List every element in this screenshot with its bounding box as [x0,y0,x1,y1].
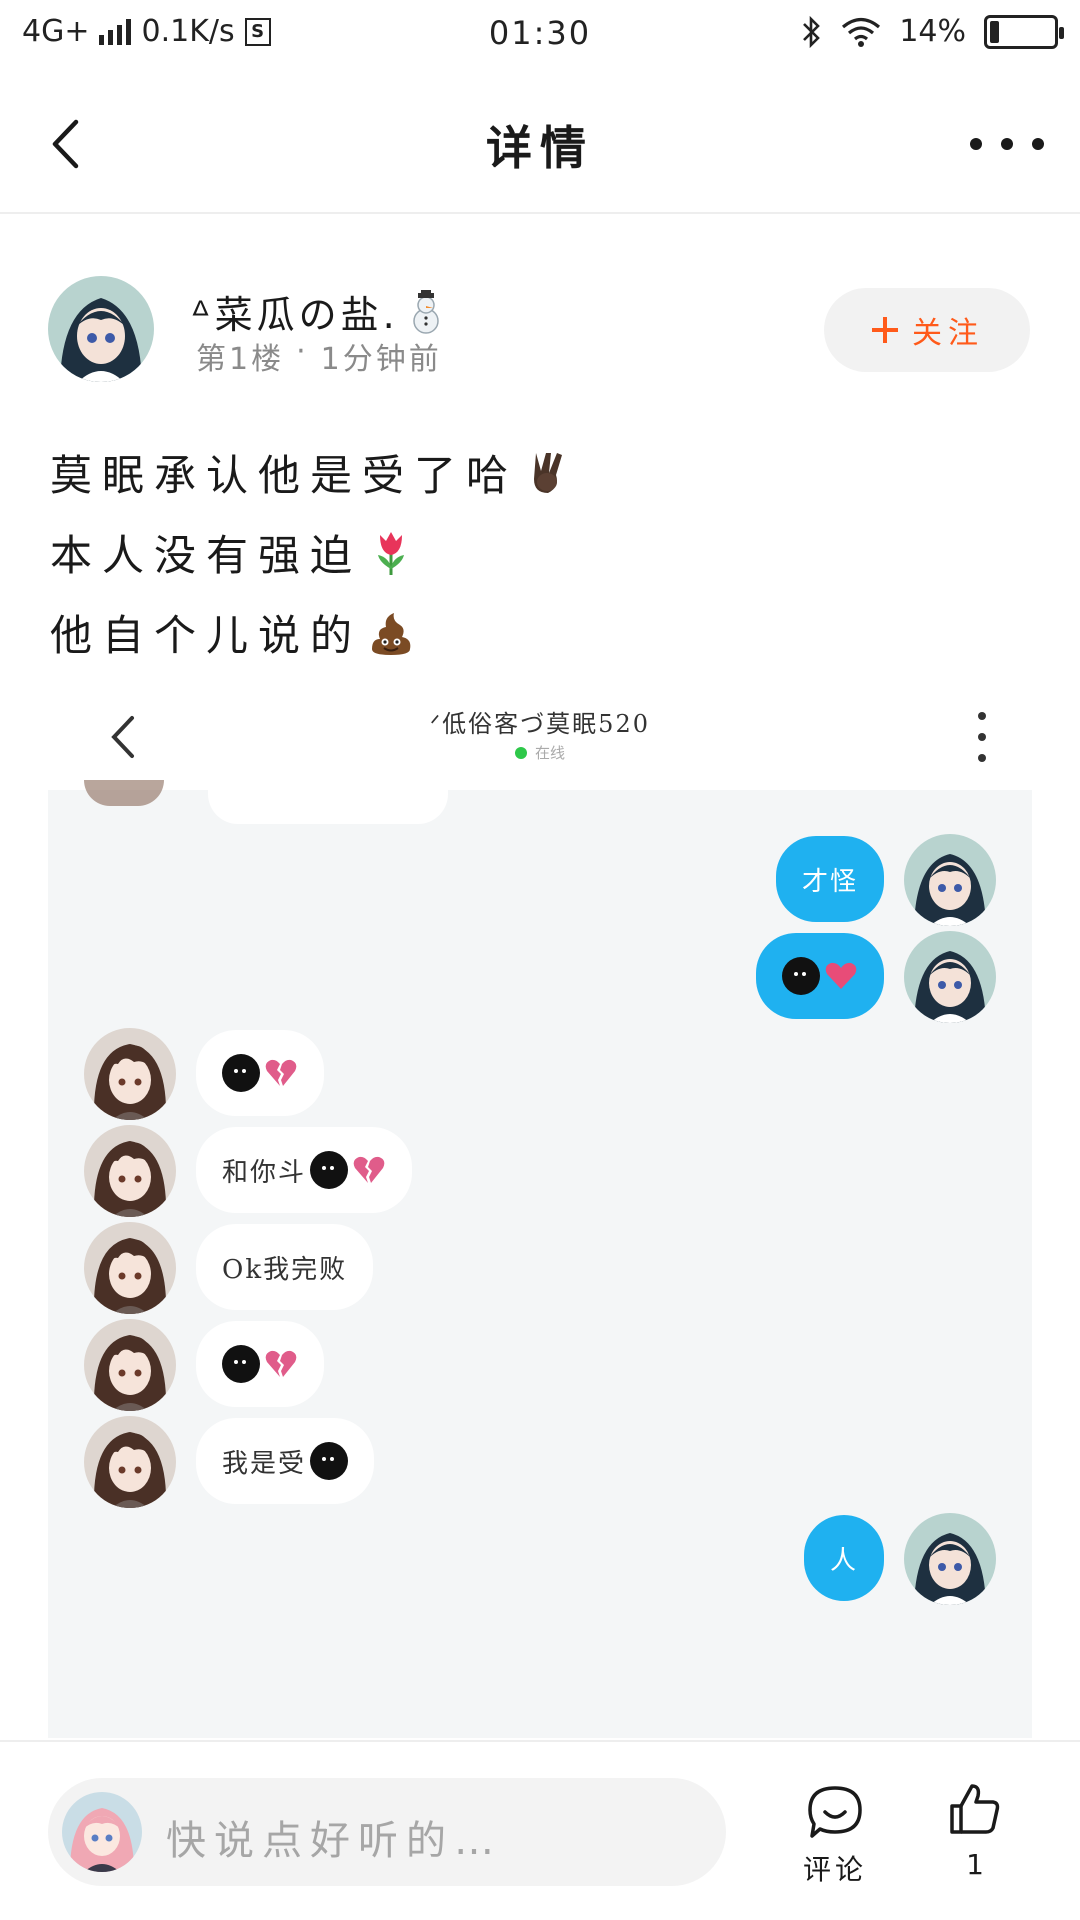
partial-avatar [84,780,164,806]
chat-bubble: 我是受 [196,1418,375,1504]
follow-label: 关注 [912,316,984,351]
chat-status-text: 在线 [534,744,565,762]
comment-placeholder: 快说点好听的… [166,1818,502,1864]
post-time: 1分钟前 [320,342,442,377]
chat-bubble-text: 才怪 [801,866,858,897]
meta-separator: · [296,334,309,369]
chat-bubble [756,933,884,1019]
post-text-line: 莫眠承认他是受了哈 [50,432,1030,512]
chat-header: ᐟ低俗客づ莫眠520 在线 [48,684,1032,790]
black-face-emoji [782,957,820,995]
post-line-text: 本人没有强迫 [50,530,363,580]
contact-chat-avatar [84,1222,176,1314]
top-nav-bar: 详情 [0,72,1080,214]
black-face-emoji [310,1442,349,1480]
like-button[interactable]: 1 [935,1782,1015,1881]
broken-heart-emoji [265,1059,297,1086]
thumbs-up-icon [950,1784,1000,1834]
black-face-emoji [222,1054,260,1092]
chat-bubble-text: Ok我完败 [222,1254,348,1285]
poo-emoji [368,609,414,655]
author-avatar[interactable] [48,276,154,382]
status-bar: 4G+ 0.1K/s S 01:30 14% [0,0,1080,72]
chat-contact-name: ᐟ低俗客づ莫眠520 [430,710,650,738]
comment-label: 评论 [802,1853,867,1886]
more-options-button[interactable] [970,114,1044,174]
my-chat-avatar [904,834,996,926]
comment-icon [808,1786,862,1838]
bottom-action-bar: 快说点好听的… 评论 1 [0,1740,1080,1920]
post-line-text: 他自个儿说的 [50,610,363,660]
battery-icon [984,14,1064,49]
chat-message-row: 人 [48,1513,1032,1605]
floor-number: 第1楼 [196,342,285,377]
contact-chat-avatar [84,1416,176,1508]
chat-message-row: 我是受 [48,1416,1032,1508]
author-name-text: ᐞ菜瓜の盐. [190,293,399,337]
broken-heart-emoji [265,1350,297,1377]
broken-heart-emoji [353,1156,385,1183]
more-horizontal-icon [970,138,982,150]
chat-bubble: 才怪 [775,836,884,922]
chat-bubble-text: 人 [829,1545,858,1576]
battery-percent: 14% [899,14,966,49]
more-vertical-icon [978,712,988,762]
post-text-line: 他自个儿说的 [50,592,1030,672]
chat-message-row [48,931,1032,1023]
plus-icon [872,317,898,343]
comment-input[interactable]: 快说点好听的… [48,1778,726,1886]
chat-bubble-text: 我是受 [222,1448,307,1479]
page-title: 详情 [486,121,594,175]
post-line-text: 莫眠承认他是受了哈 [50,450,519,500]
chat-online-status: 在线 [48,742,1032,763]
chat-bubble: Ok我完败 [196,1224,374,1310]
my-avatar [62,1792,142,1872]
chat-message-row: 才怪 [48,834,1032,926]
post-author-row: ᐞ菜瓜の盐. 第1楼 · 1分钟前 关注 [0,270,1080,390]
post-image-chat-screenshot[interactable]: ᐟ低俗客づ莫眠520 在线 才怪和你斗 Ok我完败我是受人 [48,684,1032,1738]
battery-level [990,20,999,43]
my-chat-avatar [904,931,996,1023]
chat-message-row [48,1319,1032,1411]
online-dot-icon [514,746,527,759]
contact-chat-avatar [84,1028,176,1120]
status-right: 14% [801,14,1064,49]
post-meta: 第1楼 · 1分钟前 [196,334,442,378]
contact-chat-avatar [84,1319,176,1411]
bluetooth-icon [803,15,821,48]
post-text-line: 本人没有强迫 [50,512,1030,592]
tulip-emoji [368,529,414,575]
victory-hand-emoji [524,449,570,495]
chat-bubble-text: 和你斗 [222,1157,307,1188]
chat-message-row [48,1028,1032,1120]
heart-emoji [825,962,857,989]
wifi-icon [842,17,881,47]
chat-bubble [196,1030,324,1116]
black-face-emoji [310,1151,349,1189]
snowman-emoji [407,287,445,334]
post-content: 莫眠承认他是受了哈 本人没有强迫 他自个儿说的 [50,432,1030,672]
comment-button[interactable]: 评论 [790,1784,880,1888]
contact-chat-avatar [84,1125,176,1217]
chat-bubble: 人 [803,1515,884,1601]
chat-message-row: Ok我完败 [48,1222,1032,1314]
follow-button[interactable]: 关注 [824,288,1030,372]
my-chat-avatar [904,1513,996,1605]
chat-message-row: 和你斗 [48,1125,1032,1217]
chat-bubble: 和你斗 [196,1127,413,1213]
chat-bubble [196,1321,324,1407]
partial-bubble [208,780,448,824]
like-count: 1 [966,1848,984,1881]
author-name[interactable]: ᐞ菜瓜の盐. [190,284,445,339]
black-face-emoji [222,1345,260,1383]
